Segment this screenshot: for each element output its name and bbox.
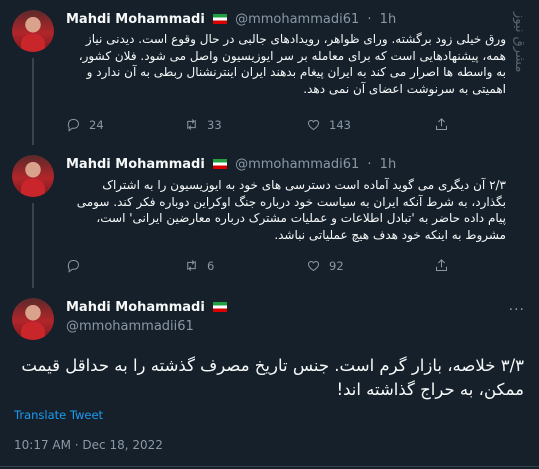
retweet-icon (187, 260, 196, 271)
avatar[interactable] (12, 10, 54, 52)
divider (0, 466, 539, 467)
thread-line (32, 58, 34, 145)
share-button[interactable] (434, 117, 449, 132)
tweet-header: Mahdi Mohammadi @mmohammadi61 · 1h (66, 157, 397, 172)
tweet-2[interactable]: Mahdi Mohammadi @mmohammadi61 · 1h ۲/۳ آ… (0, 145, 539, 288)
iran-flag-icon (212, 302, 227, 312)
share-icon (436, 259, 447, 271)
more-icon[interactable]: ··· (509, 302, 525, 318)
avatar[interactable] (12, 155, 54, 197)
like-button[interactable]: 143 (306, 117, 351, 132)
retweet-icon (187, 119, 196, 130)
tweet-text: ۳/۳ خلاصه، بازار گرم است. جنس تاریخ مصرف… (21, 356, 524, 399)
tweet-time[interactable]: 1h (380, 157, 397, 172)
share-icon (436, 118, 447, 130)
reply-count: 24 (89, 117, 104, 132)
reply-icon (67, 119, 79, 132)
author-name[interactable]: Mahdi Mohammadi (66, 300, 205, 315)
tweet-text: ۲/۳ آن دیگری می گوید آماده است دسترسی ها… (76, 178, 506, 242)
tweet-text: ورق خیلی زود برگشته. ورای ظواهر، رویداده… (78, 32, 506, 96)
author-handle[interactable]: @mmohammadi61 (235, 157, 359, 172)
tweet-time[interactable]: 1h (380, 12, 397, 27)
author-name[interactable]: Mahdi Mohammadi (66, 157, 205, 172)
like-button[interactable]: 92 (306, 258, 344, 273)
reply-icon (67, 260, 79, 273)
like-icon (307, 119, 320, 131)
avatar[interactable] (12, 298, 54, 340)
tweet-header: Mahdi Mohammadi (66, 300, 227, 315)
like-count: 92 (329, 258, 344, 273)
retweet-count: 6 (207, 258, 215, 273)
like-count: 143 (329, 117, 351, 132)
tweet-actions: 24 33 143 (66, 117, 506, 137)
iran-flag-icon (212, 159, 227, 169)
iran-flag-icon (212, 14, 227, 24)
reply-button[interactable]: 24 (66, 117, 104, 132)
translate-tweet-link[interactable]: Translate Tweet (14, 408, 103, 422)
reply-button[interactable] (66, 258, 89, 273)
author-handle[interactable]: @mmohammadii61 (66, 319, 194, 334)
tweet-actions: 6 92 (66, 258, 506, 278)
retweet-count: 33 (207, 117, 222, 132)
like-icon (307, 260, 320, 272)
retweet-button[interactable]: 33 (184, 117, 222, 132)
retweet-button[interactable]: 6 (184, 258, 214, 273)
author-name[interactable]: Mahdi Mohammadi (66, 12, 205, 27)
author-handle[interactable]: @mmohammadi61 (235, 12, 359, 27)
tweet-timestamp[interactable]: 10:17 AM · Dec 18, 2022 (14, 438, 163, 452)
thread-line (32, 203, 34, 288)
share-button[interactable] (434, 258, 449, 273)
tweet-header: Mahdi Mohammadi @mmohammadi61 · 1h (66, 12, 397, 27)
tweet-1[interactable]: Mahdi Mohammadi @mmohammadi61 · 1h ورق خ… (0, 0, 539, 145)
